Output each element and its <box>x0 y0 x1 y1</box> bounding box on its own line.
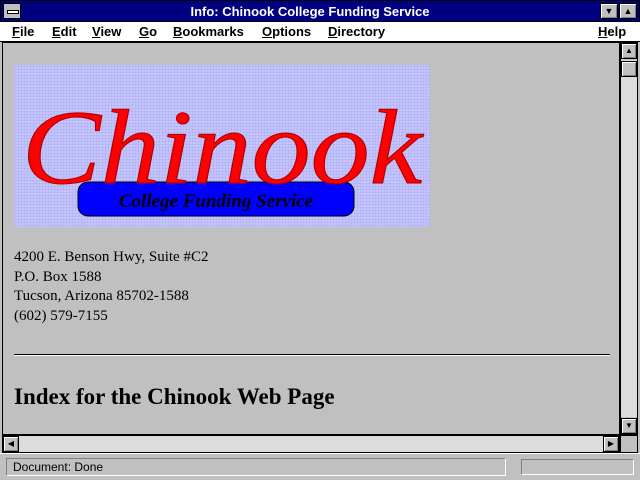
arrow-up-icon: ▲ <box>625 46 633 55</box>
vertical-scroll-track[interactable] <box>621 60 637 417</box>
page-heading: Index for the Chinook Web Page <box>14 384 335 409</box>
chinook-logo[interactable]: Chinook College Funding Service <box>14 65 430 227</box>
menu-options[interactable]: Options <box>262 24 311 39</box>
system-menu-icon[interactable] <box>3 3 21 19</box>
horizontal-rule <box>14 354 610 356</box>
horizontal-scroll-track[interactable] <box>19 436 603 452</box>
arrow-right-icon: ▶ <box>607 439 615 448</box>
progress-indicator <box>521 459 634 475</box>
menu-view[interactable]: View <box>92 24 121 39</box>
logo-graphic: Chinook College Funding Service <box>22 89 425 217</box>
scroll-left-button[interactable]: ◀ <box>3 436 19 452</box>
menu-bar: File Edit View Go Bookmarks Options Dire… <box>0 22 640 42</box>
menu-file[interactable]: File <box>12 24 34 39</box>
window-title: Info: Chinook College Funding Service <box>190 4 430 19</box>
contact-address: 4200 E. Benson Hwy, Suite #C2 P.O. Box 1… <box>14 248 208 326</box>
document-view: Chinook College Funding Service 4200 E. … <box>2 42 620 435</box>
logo-wordmark: Chinook <box>22 89 424 206</box>
scroll-up-button[interactable]: ▲ <box>621 43 637 59</box>
menu-bookmarks[interactable]: Bookmarks <box>173 24 244 39</box>
menu-edit[interactable]: Edit <box>52 24 77 39</box>
menu-go[interactable]: Go <box>139 24 157 39</box>
menu-directory[interactable]: Directory <box>328 24 385 39</box>
address-line-pobox: P.O. Box 1588 <box>14 268 102 285</box>
logo-tagline: College Funding Service <box>119 191 314 212</box>
address-phone: (602) 579-7155 <box>14 307 108 324</box>
menu-help[interactable]: Help <box>598 24 626 39</box>
minimize-button[interactable]: ▼ <box>600 3 618 19</box>
scroll-right-button[interactable]: ▶ <box>603 436 619 452</box>
triangle-up-icon: ▲ <box>623 6 633 16</box>
status-bar: Document: Done <box>0 453 640 480</box>
status-text: Document: Done <box>6 458 506 476</box>
address-line-street: 4200 E. Benson Hwy, Suite #C2 <box>14 249 209 265</box>
browser-window: Info: Chinook College Funding Service ▼ … <box>0 0 640 480</box>
triangle-down-icon: ▼ <box>604 6 614 16</box>
arrow-left-icon: ◀ <box>7 439 15 448</box>
address-line-city: Tucson, Arizona 85702-1588 <box>14 288 189 304</box>
scroll-down-button[interactable]: ▼ <box>621 418 637 434</box>
scrollbar-corner <box>620 435 638 453</box>
vertical-scrollbar[interactable]: ▲ ▼ <box>620 42 638 435</box>
arrow-down-icon: ▼ <box>625 421 633 430</box>
vertical-scroll-thumb[interactable] <box>621 61 637 77</box>
horizontal-scrollbar[interactable]: ◀ ▶ <box>2 435 620 453</box>
title-bar[interactable]: Info: Chinook College Funding Service ▼ … <box>0 0 640 22</box>
maximize-button[interactable]: ▲ <box>619 3 637 19</box>
